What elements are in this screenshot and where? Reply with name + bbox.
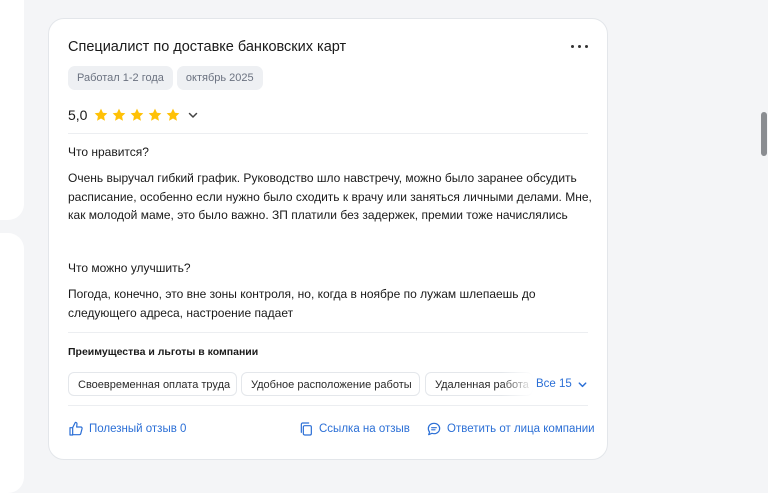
- copy-icon: [300, 422, 312, 436]
- benefits-list: Своевременная оплата труда Удобное распо…: [68, 372, 593, 398]
- benefits-fade: [501, 372, 533, 398]
- rating-value: 5,0: [68, 107, 88, 123]
- scrollbar[interactable]: [758, 0, 768, 470]
- tag-review-date: октябрь 2025: [176, 66, 263, 90]
- benefits-title: Преимущества и льготы в компании: [68, 346, 259, 358]
- likes-text: Очень выручал гибкий график. Руководство…: [68, 171, 592, 222]
- divider: [68, 332, 588, 333]
- benefit-chip: Своевременная оплата труда: [68, 372, 237, 396]
- useful-review-button[interactable]: Полезный отзыв 0: [68, 421, 186, 437]
- thumbs-up-icon: [69, 421, 83, 436]
- benefits-show-all-label: Все 15: [536, 378, 572, 390]
- divider: [68, 405, 588, 406]
- star-icon: [167, 108, 180, 121]
- review-title: Специалист по доставке банковских карт: [68, 39, 347, 55]
- rating-stars: [93, 107, 181, 123]
- improve-text: Погода, конечно, это вне зоны контроля, …: [68, 287, 536, 320]
- left-panel-top: [0, 0, 24, 220]
- reply-as-company-button[interactable]: Ответить от лица компании: [426, 421, 595, 437]
- left-panel-bottom: [0, 233, 24, 493]
- review-link-button[interactable]: Ссылка на отзыв: [298, 421, 410, 437]
- tag-work-duration: Работал 1-2 года: [68, 66, 173, 90]
- review-tags: Работал 1-2 года октябрь 2025: [68, 66, 263, 90]
- chevron-down-icon: [578, 381, 587, 387]
- divider: [68, 133, 588, 134]
- review-card: Специалист по доставке банковских карт Р…: [48, 18, 608, 460]
- rating: 5,0: [68, 107, 199, 123]
- star-icon: [113, 108, 126, 121]
- star-icon: [149, 108, 162, 121]
- star-icon: [131, 108, 144, 121]
- scrollbar-thumb[interactable]: [761, 112, 767, 156]
- more-options-icon[interactable]: [569, 37, 591, 55]
- star-icon: [95, 108, 108, 121]
- benefit-chip: Удобное расположение работы: [241, 372, 420, 396]
- chevron-down-icon[interactable]: [187, 109, 199, 121]
- review-link-label: Ссылка на отзыв: [319, 423, 410, 435]
- useful-review-label: Полезный отзыв 0: [89, 423, 187, 435]
- chat-bubble-icon: [427, 422, 441, 436]
- improve-title: Что можно улучшить?: [68, 261, 191, 275]
- review-actions: Полезный отзыв 0 Ссылка на отзыв Ответит…: [68, 421, 595, 441]
- benefits-show-all-button[interactable]: Все 15: [536, 372, 588, 396]
- likes-title: Что нравится?: [68, 145, 149, 159]
- reply-as-company-label: Ответить от лица компании: [447, 423, 595, 435]
